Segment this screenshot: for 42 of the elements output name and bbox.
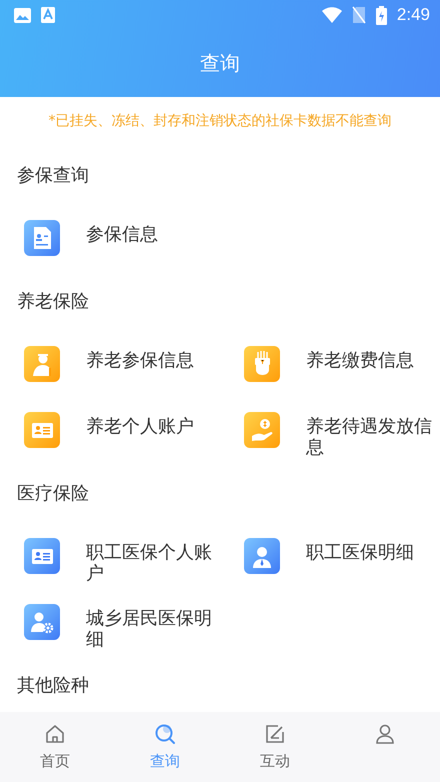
battery-icon: [376, 6, 387, 24]
status-time: 2:49: [396, 5, 430, 25]
menu-item[interactable]: 城乡居民医保明细: [0, 589, 220, 655]
nav-tab[interactable]: 互动: [220, 712, 330, 782]
page-title: 查询: [200, 50, 240, 77]
users-gear-icon: [24, 604, 60, 640]
elder-icon: [24, 346, 60, 382]
image-icon: [14, 8, 31, 22]
menu-item[interactable]: 职工医保明细: [220, 523, 440, 589]
menu-item-label: 参保信息: [86, 225, 158, 246]
menu-item-label: 养老个人账户: [86, 417, 194, 438]
menu-item[interactable]: 养老待遇发放信息: [220, 397, 440, 463]
hand-coin-icon: [244, 412, 280, 448]
menu-item[interactable]: 参保信息: [0, 205, 220, 271]
menu-item[interactable]: 职工医保个人账户: [0, 523, 220, 589]
menu-item[interactable]: 养老个人账户: [0, 397, 220, 463]
nav-tab[interactable]: 首页: [0, 712, 110, 782]
wifi-icon: [322, 7, 342, 23]
menu-item-label: 城乡居民医保明细: [86, 609, 213, 650]
letter-a-icon: [41, 7, 55, 23]
section-heading: 养老保险: [17, 290, 89, 313]
no-sim-icon: [352, 6, 366, 24]
edit-icon: [263, 722, 287, 746]
menu-item-label: 职工医保明细: [306, 543, 414, 564]
menu-item-label: 养老参保信息: [86, 351, 194, 372]
document-icon: [24, 220, 60, 256]
payment-icon: [244, 346, 280, 382]
section-heading: 其他险种: [17, 674, 89, 697]
section-heading: 医疗保险: [17, 482, 89, 505]
menu-item[interactable]: 养老参保信息: [0, 331, 220, 397]
menu-item[interactable]: 养老缴费信息: [220, 331, 440, 397]
notice-text: *已挂失、冻结、封存和注销状态的社保卡数据不能查询: [48, 112, 392, 130]
search-icon: [153, 722, 177, 746]
menu-item-label: 养老缴费信息: [306, 351, 414, 372]
menu-item-label: 职工医保个人账户: [86, 543, 213, 584]
idcard-icon: [24, 412, 60, 448]
section-heading: 参保查询: [17, 164, 89, 187]
person-icon: [373, 722, 397, 746]
home-icon: [43, 722, 67, 746]
idcard-icon: [24, 538, 60, 574]
person-icon: [244, 538, 280, 574]
menu-item-label: 养老待遇发放信息: [306, 417, 433, 458]
